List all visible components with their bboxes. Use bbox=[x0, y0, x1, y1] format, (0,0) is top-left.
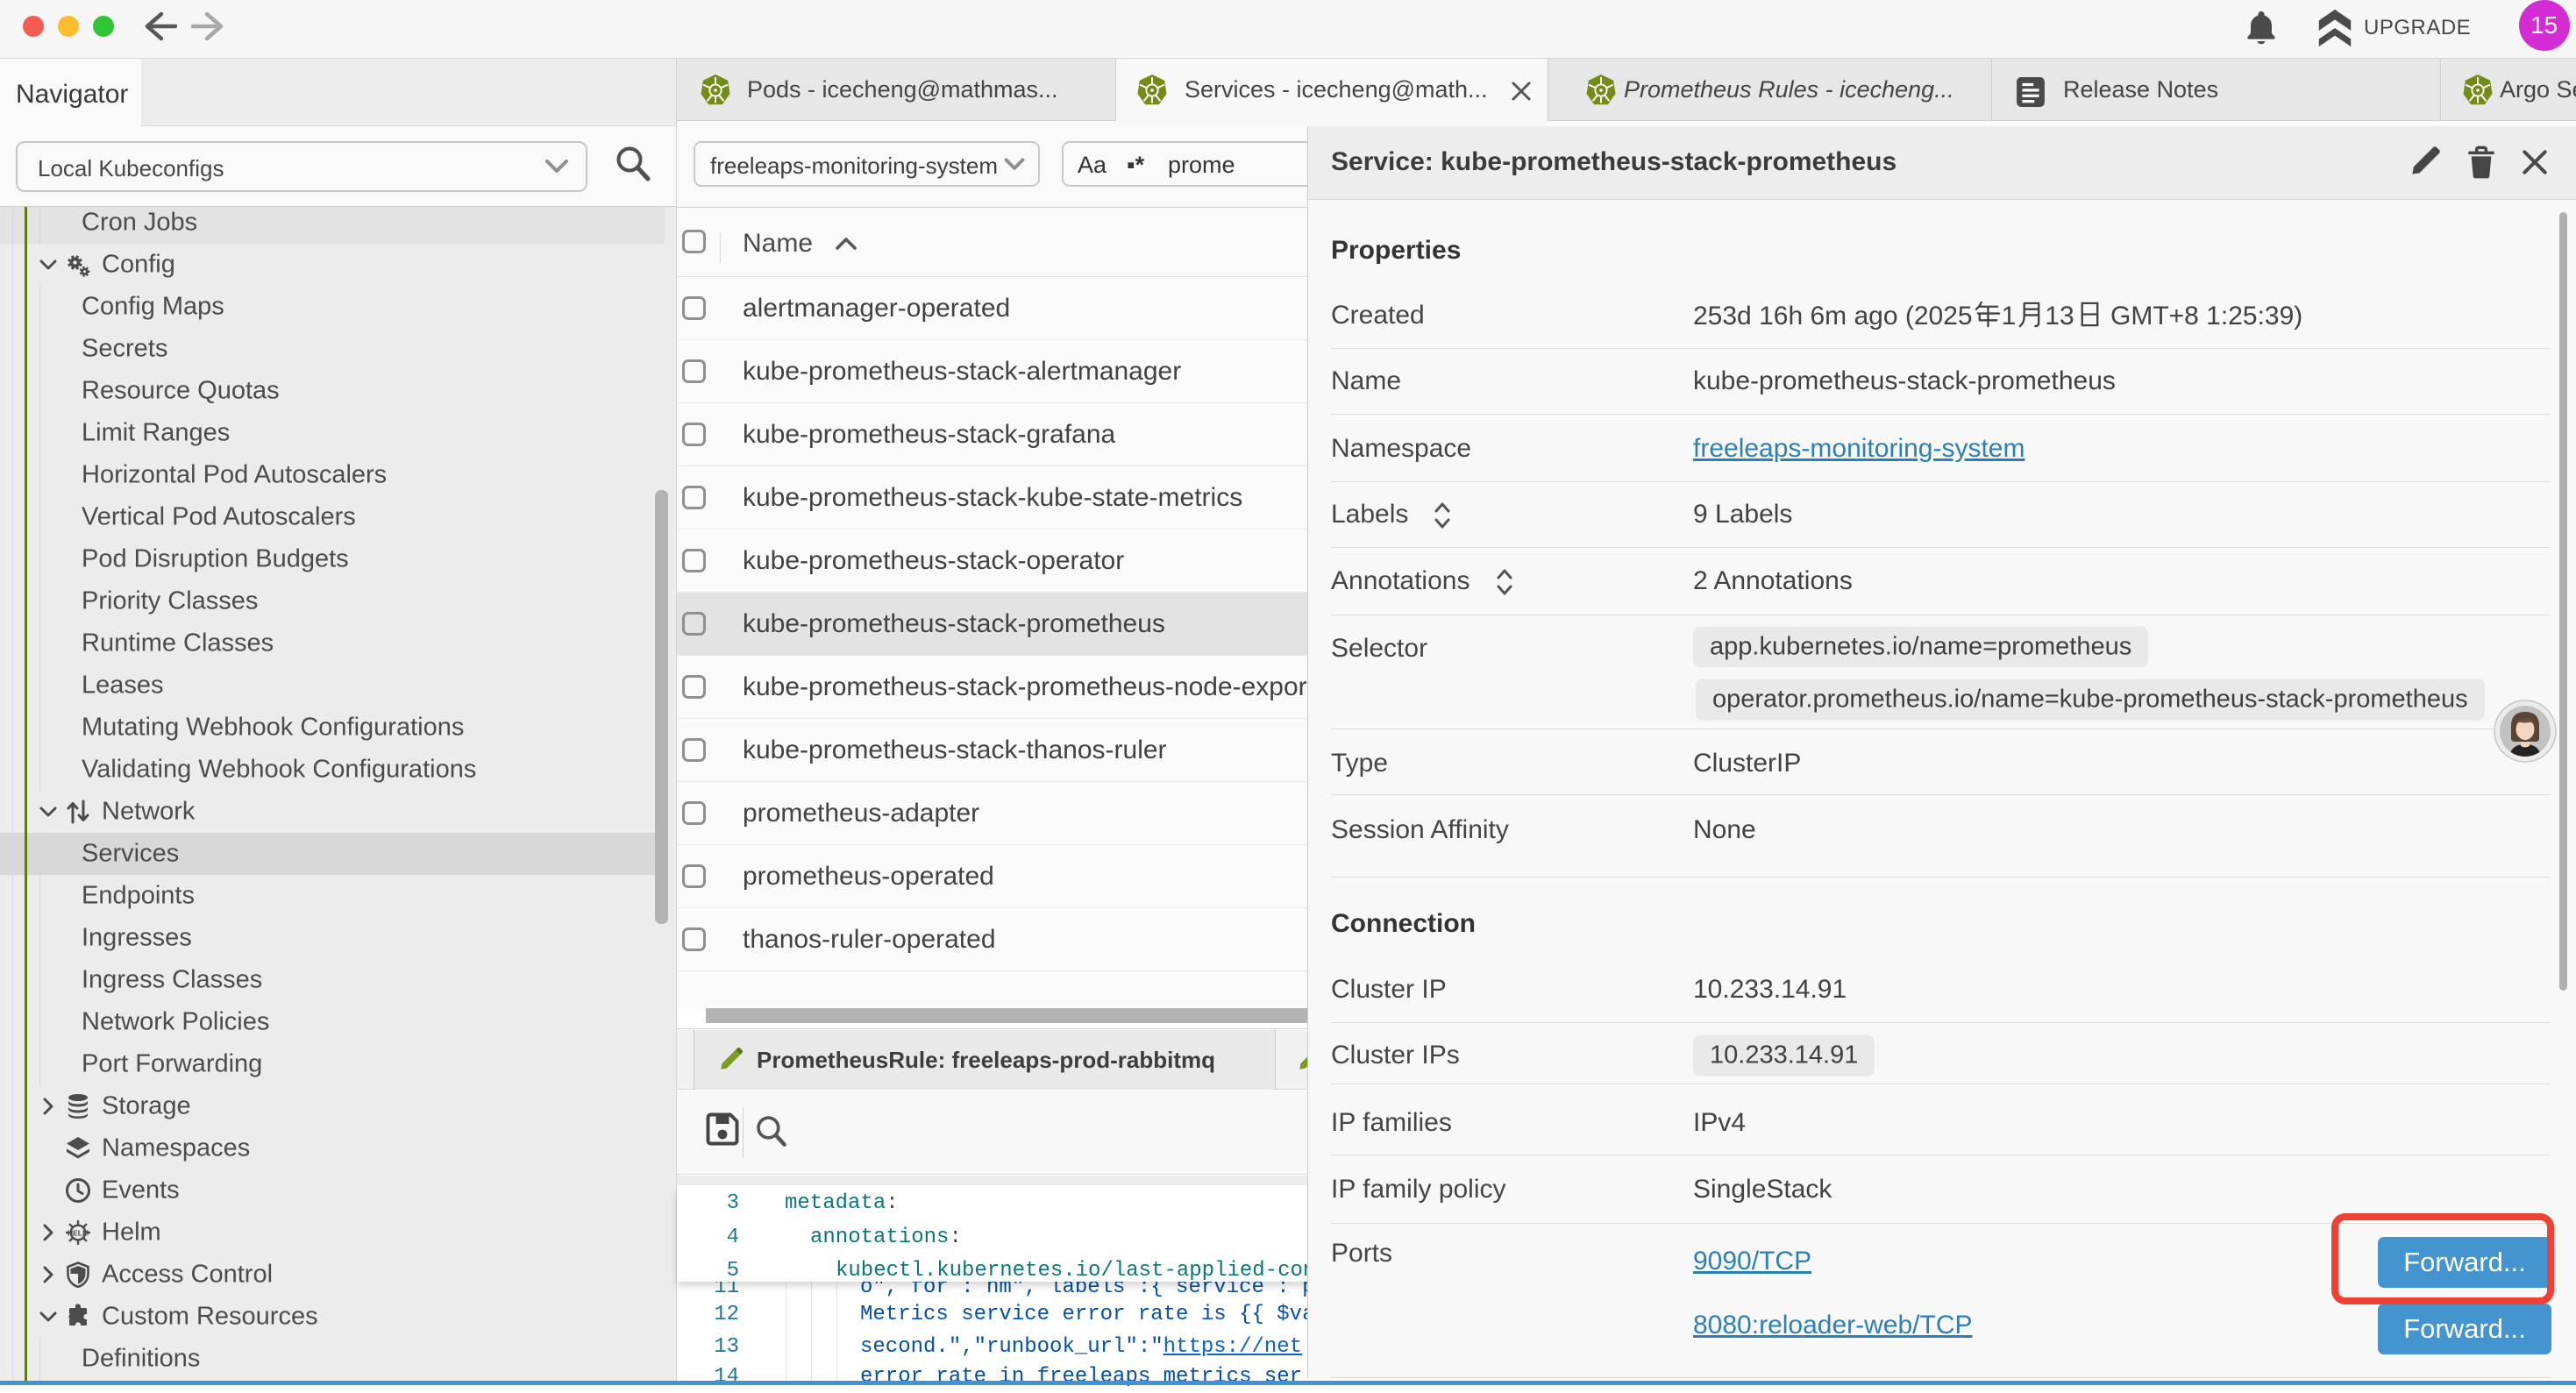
svg-text:HELM: HELM bbox=[68, 1229, 89, 1238]
